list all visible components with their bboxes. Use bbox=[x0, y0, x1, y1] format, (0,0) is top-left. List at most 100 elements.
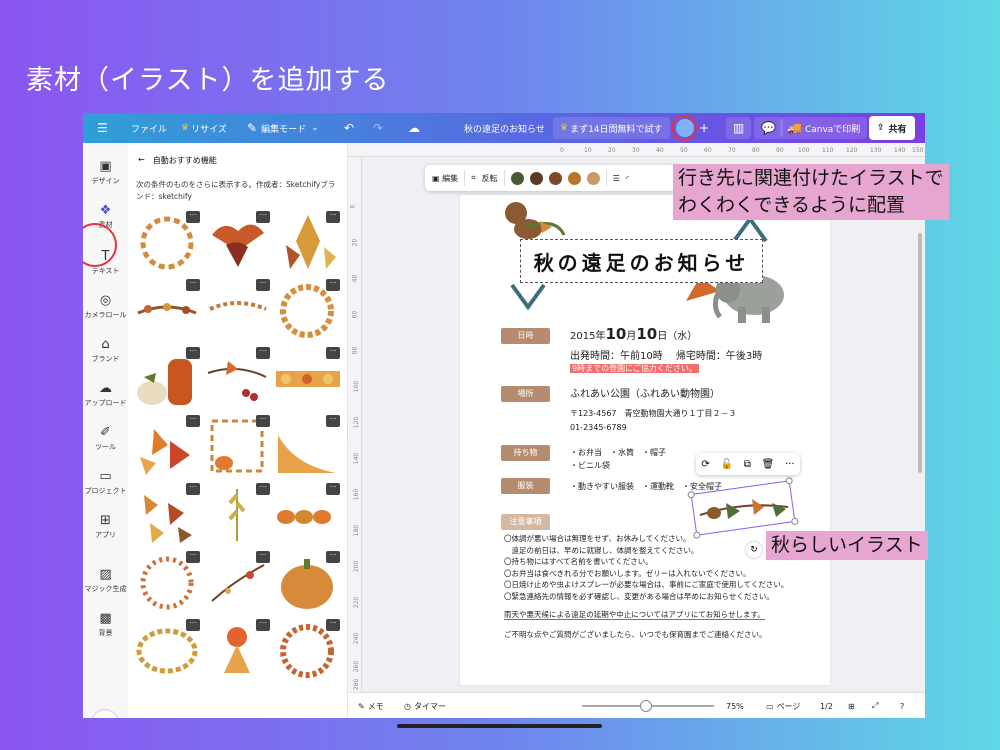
timer-button[interactable]: ◷ タイマー bbox=[404, 693, 446, 718]
document-title-box[interactable]: 秋の遠足のお知らせ bbox=[520, 239, 763, 283]
illustration-thumbnail[interactable]: ··· bbox=[204, 415, 270, 477]
illustration-thumbnail[interactable]: ··· bbox=[134, 551, 200, 613]
illustration-thumbnail[interactable]: ··· bbox=[274, 415, 340, 477]
more-options-icon[interactable]: ··· bbox=[256, 551, 270, 563]
more-options-icon[interactable]: ··· bbox=[186, 619, 200, 631]
more-options-icon[interactable]: ··· bbox=[186, 483, 200, 495]
illustration-thumbnail[interactable]: ··· bbox=[274, 347, 340, 409]
more-options-icon[interactable]: ··· bbox=[186, 279, 200, 291]
illustration-thumbnail[interactable]: ··· bbox=[274, 211, 340, 273]
illustration-thumbnail[interactable]: ··· bbox=[204, 551, 270, 613]
more-options-icon[interactable]: ··· bbox=[186, 211, 200, 223]
crop-icon[interactable]: ⌗ bbox=[471, 173, 476, 183]
more-horizontal-icon[interactable]: ··· bbox=[785, 459, 795, 470]
document-title[interactable]: 秋の遠足のお知らせ bbox=[464, 113, 545, 143]
illustration-thumbnail[interactable]: ··· bbox=[134, 211, 200, 273]
color-swatch[interactable] bbox=[529, 171, 543, 185]
illustration-thumbnail[interactable]: ··· bbox=[204, 347, 270, 409]
more-options-icon[interactable]: ··· bbox=[256, 211, 270, 223]
more-options-icon[interactable]: ··· bbox=[256, 347, 270, 359]
edit-image-button[interactable]: ▣ 編集 bbox=[432, 173, 458, 184]
more-options-icon[interactable]: ··· bbox=[186, 415, 200, 427]
rail-item-tools[interactable]: ✐ ツール bbox=[83, 425, 128, 452]
corner-rounding-icon[interactable]: ◜ bbox=[626, 174, 629, 183]
ruler-left: 0 20 40 60 80 100 120 140 160 180 200 22… bbox=[348, 157, 362, 692]
add-icon[interactable]: + bbox=[699, 113, 709, 143]
rail-item-brand[interactable]: ⌂ ブランド bbox=[83, 337, 128, 364]
magic-assistant-button[interactable]: ✦ bbox=[92, 710, 118, 718]
canvas-scrollbar[interactable] bbox=[918, 233, 922, 473]
resize-handle[interactable] bbox=[790, 517, 799, 526]
color-swatch[interactable] bbox=[548, 171, 562, 185]
illustration-thumbnail[interactable]: ··· bbox=[204, 483, 270, 545]
share-button[interactable]: ⇪ 共有 bbox=[869, 116, 915, 140]
rail-item-design[interactable]: ▣ デザイン bbox=[83, 159, 128, 186]
illustration-thumbnail[interactable]: ··· bbox=[134, 483, 200, 545]
fullscreen-icon[interactable]: ⤢ bbox=[872, 693, 878, 718]
edit-mode-button[interactable]: ✎ 編集モード ⌄ bbox=[247, 113, 319, 143]
more-options-icon[interactable]: ··· bbox=[326, 279, 340, 291]
help-icon[interactable]: ? bbox=[900, 693, 904, 718]
rail-item-text[interactable]: T テキスト bbox=[83, 249, 128, 276]
illustration-thumbnail[interactable]: ··· bbox=[274, 619, 340, 681]
more-options-icon[interactable]: ··· bbox=[326, 211, 340, 223]
illustration-thumbnail[interactable]: ··· bbox=[134, 347, 200, 409]
zoom-value[interactable]: 75% bbox=[726, 693, 744, 718]
more-options-icon[interactable]: ··· bbox=[186, 551, 200, 563]
illustration-thumbnail[interactable]: ··· bbox=[134, 415, 200, 477]
illustration-thumbnail[interactable]: ··· bbox=[134, 619, 200, 681]
grid-view-icon[interactable]: ⊞ bbox=[848, 693, 855, 718]
page-count[interactable]: 1/2 bbox=[820, 693, 833, 718]
more-options-icon[interactable]: ··· bbox=[326, 619, 340, 631]
more-options-icon[interactable]: ··· bbox=[256, 483, 270, 495]
rotate-handle[interactable]: ↻ bbox=[746, 542, 762, 558]
color-swatch[interactable] bbox=[510, 171, 524, 185]
illustration-thumbnail[interactable]: ··· bbox=[274, 483, 340, 545]
illustration-thumbnail[interactable]: ··· bbox=[204, 279, 270, 341]
trial-button[interactable]: ♛ まず14日間無料で試す bbox=[553, 117, 670, 139]
illustration-thumbnail[interactable]: ··· bbox=[274, 279, 340, 341]
resize-handle[interactable] bbox=[687, 490, 696, 499]
more-options-icon[interactable]: ··· bbox=[256, 619, 270, 631]
zoom-slider-knob[interactable] bbox=[640, 700, 652, 712]
flip-button[interactable]: 反転 bbox=[482, 173, 498, 184]
color-swatch[interactable] bbox=[567, 171, 581, 185]
redo-icon[interactable]: ↷ bbox=[373, 113, 383, 143]
rail-item-magic[interactable]: ▨ マジック生成 bbox=[83, 567, 128, 594]
illustration-thumbnail[interactable]: ··· bbox=[274, 551, 340, 613]
resize-button[interactable]: ♛ リサイズ bbox=[181, 113, 227, 143]
more-options-icon[interactable]: ··· bbox=[326, 483, 340, 495]
more-options-icon[interactable]: ··· bbox=[326, 347, 340, 359]
color-swatch[interactable] bbox=[586, 171, 600, 185]
resize-handle[interactable] bbox=[785, 476, 794, 485]
replace-icon[interactable]: ⟳ bbox=[701, 459, 709, 470]
trash-icon[interactable]: 🗑 bbox=[762, 459, 775, 470]
rail-item-projects[interactable]: ▭ プロジェクト bbox=[83, 469, 128, 496]
cloud-save-icon[interactable]: ☁ bbox=[408, 113, 420, 143]
lines-icon[interactable]: ☰ bbox=[613, 174, 620, 183]
back-arrow-icon[interactable]: ← bbox=[138, 155, 145, 166]
illustration-thumbnail[interactable]: ··· bbox=[204, 211, 270, 273]
file-menu[interactable]: ファイル bbox=[131, 113, 167, 143]
menu-icon[interactable]: ☰ bbox=[97, 113, 108, 143]
print-button[interactable]: 🚚 Canvaで印刷 bbox=[780, 117, 868, 139]
memo-button[interactable]: ✎ メモ bbox=[358, 693, 384, 718]
design-page[interactable]: 秋の遠足のお知らせ 日時 2015年10月10日（水） 出発時間：午前10時 帰… bbox=[460, 195, 830, 685]
duplicate-icon[interactable]: ⧉ bbox=[744, 459, 751, 470]
lock-icon[interactable]: 🔓 bbox=[721, 459, 733, 470]
illustration-thumbnail[interactable]: ··· bbox=[134, 279, 200, 341]
rail-item-background[interactable]: ▩ 背景 bbox=[83, 611, 128, 638]
rail-item-camera-roll[interactable]: ◎ カメラロール bbox=[83, 293, 128, 320]
more-options-icon[interactable]: ··· bbox=[256, 415, 270, 427]
illustration-thumbnail[interactable]: ··· bbox=[204, 619, 270, 681]
comment-button[interactable]: 💬 bbox=[754, 117, 783, 139]
more-options-icon[interactable]: ··· bbox=[256, 279, 270, 291]
undo-icon[interactable]: ↶ bbox=[344, 113, 354, 143]
more-options-icon[interactable]: ··· bbox=[326, 551, 340, 563]
pages-button[interactable]: ▭ ページ bbox=[766, 693, 800, 718]
more-options-icon[interactable]: ··· bbox=[186, 347, 200, 359]
more-options-icon[interactable]: ··· bbox=[326, 415, 340, 427]
rail-item-uploads[interactable]: ☁ アップロード bbox=[83, 381, 128, 408]
insights-button[interactable]: ▥ bbox=[726, 117, 752, 139]
rail-item-apps[interactable]: ⊞ アプリ bbox=[83, 513, 128, 540]
